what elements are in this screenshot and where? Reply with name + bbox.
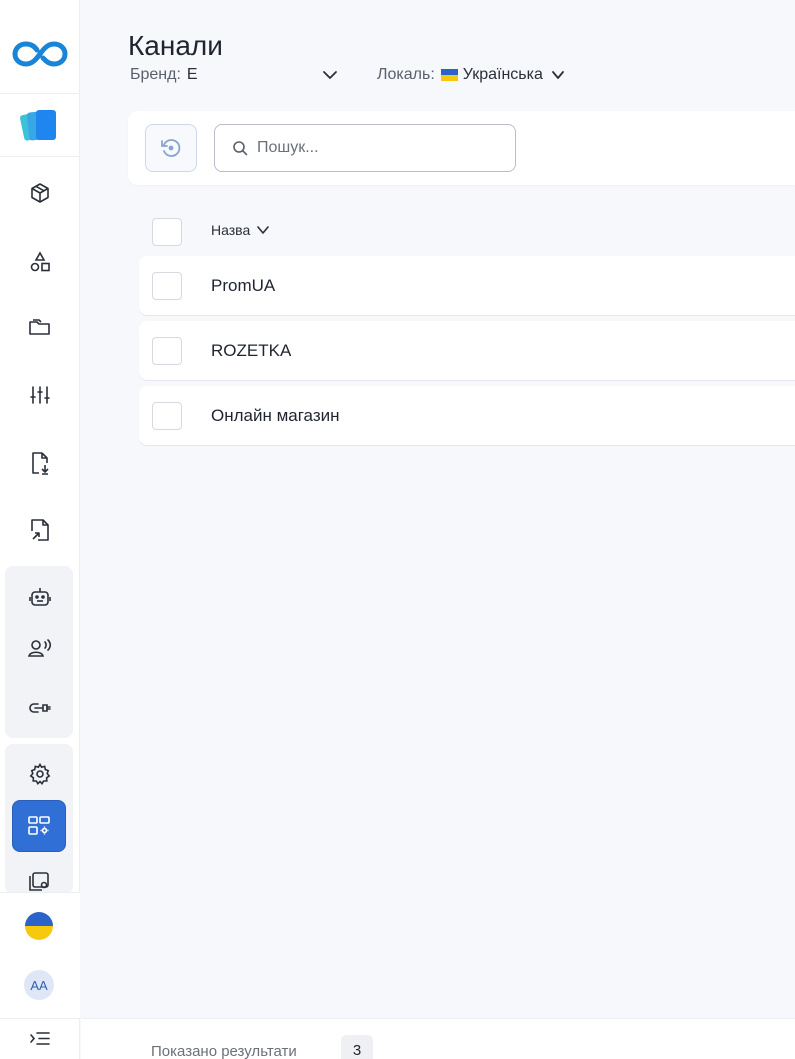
sidebar-item-collections[interactable] — [0, 307, 80, 347]
collapse-sidebar-button[interactable] — [0, 1018, 80, 1059]
brand-value: E — [186, 66, 198, 83]
chevron-down-icon — [551, 71, 564, 79]
dashboard-settings-icon — [28, 816, 50, 835]
file-import-icon — [32, 452, 49, 475]
table-row[interactable]: Онлайн магазин — [139, 386, 795, 445]
copy-settings-icon — [29, 872, 49, 891]
row-checkbox[interactable] — [152, 402, 182, 430]
link-plug-icon — [29, 703, 51, 713]
row-checkbox[interactable] — [152, 272, 182, 300]
toolbar — [128, 111, 795, 185]
results-footer: Показано результати 3 — [81, 1018, 795, 1059]
column-header-name[interactable]: Назва — [211, 222, 270, 238]
brand-selector[interactable]: Бренд: E — [130, 66, 338, 84]
search-box — [214, 124, 516, 172]
app-switcher[interactable] — [0, 95, 80, 157]
sidebar-item-export[interactable] — [0, 510, 80, 550]
robot-icon — [29, 588, 51, 606]
sidebar-item-import[interactable] — [0, 443, 80, 483]
sidebar-item-ai[interactable] — [0, 577, 80, 617]
sidebar-item-attributes[interactable] — [0, 375, 80, 415]
locale-label: Локаль: — [377, 66, 435, 83]
sidebar-item-categories[interactable] — [0, 242, 80, 282]
sidebar-item-integrations[interactable] — [0, 688, 80, 728]
search-input[interactable] — [257, 139, 487, 157]
gear-icon — [29, 762, 51, 786]
channel-name: Онлайн магазин — [211, 406, 340, 425]
page-title: Канали — [128, 30, 223, 61]
app-cards-icon — [20, 109, 56, 141]
locale-selector[interactable]: Локаль: Українська — [377, 66, 565, 84]
folders-icon — [29, 319, 50, 335]
chevron-down-icon — [257, 226, 270, 234]
sidebar-item-channels[interactable] — [12, 800, 66, 852]
reset-icon — [161, 139, 181, 157]
table-row[interactable]: PromUA — [139, 256, 795, 315]
results-count: 3 — [341, 1035, 373, 1059]
sidebar-item-voice[interactable] — [0, 628, 80, 668]
search-icon — [233, 141, 248, 156]
select-all-checkbox[interactable] — [152, 218, 182, 246]
results-label: Показано результати — [151, 1043, 297, 1059]
infinity-logo-icon — [12, 40, 68, 67]
reset-filters-button[interactable] — [145, 124, 197, 172]
collapse-menu-icon — [30, 1032, 50, 1045]
locale-value: Українська — [462, 66, 543, 83]
sidebar-item-settings[interactable] — [0, 754, 80, 794]
user-voice-icon — [28, 639, 52, 657]
table-row[interactable]: ROZETKA — [139, 321, 795, 380]
sidebar: AA — [0, 0, 80, 1059]
channel-name: PromUA — [211, 276, 276, 295]
column-header-label: Назва — [211, 222, 251, 238]
brand-label: Бренд: — [130, 66, 181, 83]
logo[interactable] — [0, 14, 80, 94]
channel-name: ROZETKA — [211, 341, 292, 360]
row-checkbox[interactable] — [152, 337, 182, 365]
box-icon — [31, 183, 49, 203]
file-export-icon — [31, 519, 49, 541]
avatar[interactable]: AA — [24, 970, 54, 1000]
shapes-icon — [30, 251, 50, 272]
chevron-down-icon — [323, 71, 337, 79]
sidebar-item-products[interactable] — [0, 173, 80, 213]
flag-icon — [440, 69, 458, 81]
flag-icon[interactable] — [25, 912, 53, 940]
sliders-icon — [30, 386, 50, 404]
